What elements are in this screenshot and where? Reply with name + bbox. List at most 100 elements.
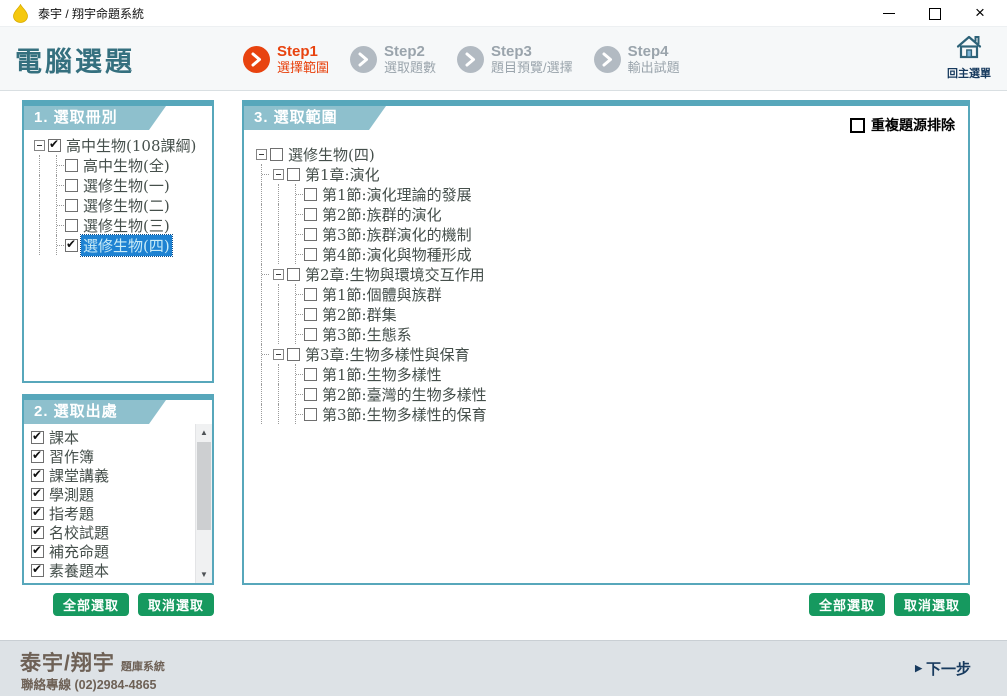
tree-item-label[interactable]: 第3節:族群演化的機制: [320, 224, 474, 245]
tree-item[interactable]: 高中生物(全): [31, 155, 212, 175]
tree-item-checkbox[interactable]: [48, 139, 61, 152]
collapse-toggle-icon[interactable]: [34, 140, 45, 151]
tree-item[interactable]: 選修生物(二): [31, 195, 212, 215]
tree-item-label[interactable]: 第3節:生態系: [320, 324, 414, 345]
source-list-item[interactable]: 課本: [31, 428, 195, 447]
source-list-item[interactable]: 名校試題: [31, 523, 195, 542]
tree-item-checkbox[interactable]: [304, 208, 317, 221]
tree-item-label[interactable]: 選修生物(四): [286, 144, 377, 165]
tree-item-checkbox[interactable]: [304, 328, 317, 341]
select-all-range-button[interactable]: 全部選取: [809, 593, 885, 616]
source-checkbox[interactable]: [31, 469, 44, 482]
source-checkbox[interactable]: [31, 488, 44, 501]
tree-item-label[interactable]: 第2節:族群的演化: [320, 204, 444, 225]
source-label: 習作簿: [47, 446, 96, 467]
tree-item-label[interactable]: 高中生物(全): [81, 155, 172, 176]
tree-item-label[interactable]: 第4節:演化與物種形成: [320, 244, 474, 265]
tree-item-checkbox[interactable]: [304, 388, 317, 401]
collapse-toggle-icon[interactable]: [273, 169, 284, 180]
tree-item-label[interactable]: 選修生物(二): [81, 195, 172, 216]
tree-item-checkbox[interactable]: [304, 288, 317, 301]
tree-item-checkbox[interactable]: [304, 248, 317, 261]
tree-item-label[interactable]: 第1節:個體與族群: [320, 284, 444, 305]
tree-item-label[interactable]: 第2節:群集: [320, 304, 399, 325]
maximize-icon[interactable]: [928, 7, 940, 19]
collapse-toggle-icon[interactable]: [273, 269, 284, 280]
tree-item[interactable]: 第1節:生物多樣性: [253, 364, 968, 384]
tree-item-checkbox[interactable]: [65, 159, 78, 172]
home-button[interactable]: 回主選單: [939, 34, 999, 81]
minimize-icon[interactable]: [883, 7, 895, 19]
tree-item-label[interactable]: 第1章:演化: [303, 164, 382, 185]
tree-item-checkbox[interactable]: [304, 368, 317, 381]
source-checkbox[interactable]: [31, 450, 44, 463]
source-list-item[interactable]: 指考題: [31, 504, 195, 523]
tree-item[interactable]: 選修生物(三): [31, 215, 212, 235]
tree-item-label[interactable]: 第3章:生物多樣性與保育: [303, 344, 472, 365]
collapse-toggle-icon[interactable]: [273, 349, 284, 360]
source-list-item[interactable]: 習作簿: [31, 447, 195, 466]
tree-item-checkbox[interactable]: [65, 199, 78, 212]
select-all-sources-button[interactable]: 全部選取: [53, 593, 129, 616]
tree-item-label[interactable]: 第3節:生物多樣性的保育: [320, 404, 489, 425]
tree-item[interactable]: 第1節:個體與族群: [253, 284, 968, 304]
tree-item-label[interactable]: 第1節:生物多樣性: [320, 364, 444, 385]
tree-item-checkbox[interactable]: [65, 179, 78, 192]
source-list-item[interactable]: 學測題: [31, 485, 195, 504]
tree-item-label[interactable]: 高中生物(108課綱): [64, 135, 198, 156]
close-icon[interactable]: ×: [973, 7, 987, 19]
tree-item-label[interactable]: 第2節:臺灣的生物多樣性: [320, 384, 489, 405]
scrollbar[interactable]: ▲ ▼: [195, 424, 212, 583]
deselect-all-sources-button[interactable]: 取消選取: [138, 593, 214, 616]
tree-item[interactable]: 第1章:演化: [253, 164, 968, 184]
source-checkbox[interactable]: [31, 431, 44, 444]
scrollbar-thumb[interactable]: [197, 442, 211, 530]
tree-item-checkbox[interactable]: [287, 168, 300, 181]
tree-item-checkbox[interactable]: [304, 228, 317, 241]
tree-item-label[interactable]: 選修生物(三): [81, 215, 172, 236]
scroll-down-icon[interactable]: ▼: [196, 566, 212, 583]
source-list-item[interactable]: 素養題本: [31, 561, 195, 580]
step-3[interactable]: Step3題目預覽/選擇: [457, 43, 573, 75]
step-2[interactable]: Step2選取題數: [350, 43, 436, 75]
tree-item[interactable]: 選修生物(四): [253, 144, 968, 164]
tree-item[interactable]: 第2節:族群的演化: [253, 204, 968, 224]
source-list-item[interactable]: 課堂講義: [31, 466, 195, 485]
tree-item[interactable]: 第3節:族群演化的機制: [253, 224, 968, 244]
tree-item[interactable]: 第3節:生態系: [253, 324, 968, 344]
tree-item-checkbox[interactable]: [304, 408, 317, 421]
tree-item[interactable]: 高中生物(108課綱): [31, 135, 212, 155]
tree-guide-line: [253, 324, 270, 344]
source-checkbox[interactable]: [31, 564, 44, 577]
tree-item-checkbox[interactable]: [65, 219, 78, 232]
tree-item[interactable]: 第2節:群集: [253, 304, 968, 324]
next-step-button[interactable]: ▶ 下一步: [915, 658, 971, 679]
source-list-item[interactable]: 補充命題: [31, 542, 195, 561]
tree-item[interactable]: 第3章:生物多樣性與保育: [253, 344, 968, 364]
scroll-up-icon[interactable]: ▲: [196, 424, 212, 441]
tree-item-label[interactable]: 第2章:生物與環境交互作用: [303, 264, 487, 285]
tree-item-checkbox[interactable]: [270, 148, 283, 161]
source-checkbox[interactable]: [31, 526, 44, 539]
tree-item-label[interactable]: 選修生物(一): [81, 175, 172, 196]
tree-item-checkbox[interactable]: [304, 308, 317, 321]
tree-item-checkbox[interactable]: [304, 188, 317, 201]
tree-item-checkbox[interactable]: [287, 348, 300, 361]
tree-item[interactable]: 第4節:演化與物種形成: [253, 244, 968, 264]
tree-item[interactable]: 第3節:生物多樣性的保育: [253, 404, 968, 424]
tree-item-label[interactable]: 第1節:演化理論的發展: [320, 184, 474, 205]
tree-item[interactable]: 第1節:演化理論的發展: [253, 184, 968, 204]
collapse-toggle-icon[interactable]: [256, 149, 267, 160]
tree-item[interactable]: 第2節:臺灣的生物多樣性: [253, 384, 968, 404]
step-1[interactable]: Step1選擇範圍: [243, 43, 329, 75]
source-checkbox[interactable]: [31, 545, 44, 558]
deselect-all-range-button[interactable]: 取消選取: [894, 593, 970, 616]
tree-item-label[interactable]: 選修生物(四): [81, 235, 172, 256]
step-4[interactable]: Step4輸出試題: [594, 43, 680, 75]
tree-item-checkbox[interactable]: [287, 268, 300, 281]
tree-item-checkbox[interactable]: [65, 239, 78, 252]
tree-item[interactable]: 選修生物(四): [31, 235, 212, 255]
source-checkbox[interactable]: [31, 507, 44, 520]
tree-item[interactable]: 第2章:生物與環境交互作用: [253, 264, 968, 284]
tree-item[interactable]: 選修生物(一): [31, 175, 212, 195]
